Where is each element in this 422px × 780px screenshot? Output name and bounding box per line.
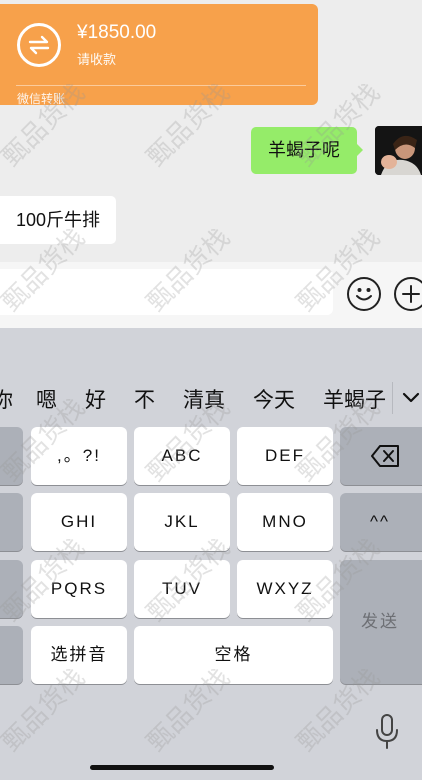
- left-key[interactable]: [0, 560, 23, 618]
- key-emoticon-label: ^^: [370, 512, 390, 531]
- left-key[interactable]: [0, 493, 23, 551]
- send-key[interactable]: 发送: [340, 560, 422, 684]
- transfer-subtitle: 请收款: [77, 52, 117, 67]
- left-key[interactable]: [0, 427, 23, 485]
- avatar[interactable]: [375, 126, 422, 175]
- message-bubble-sent[interactable]: 羊蝎子呢: [251, 127, 363, 174]
- plus-icon: [402, 285, 420, 303]
- candidate[interactable]: 不: [134, 384, 155, 414]
- candidate[interactable]: 羊蝎子: [323, 384, 387, 414]
- transfer-divider: [16, 85, 306, 86]
- emoticon-key[interactable]: ^^: [340, 493, 422, 551]
- transfer-card[interactable]: ¥1850.00 请收款 微信转账: [0, 4, 318, 106]
- chat-area: ¥1850.00 请收款 微信转账 羊蝎子呢 100斤牛排: [0, 0, 422, 262]
- transfer-icon: [17, 23, 61, 67]
- candidate[interactable]: 今天: [253, 384, 295, 414]
- key-abc[interactable]: ABC: [134, 427, 230, 485]
- candidate[interactable]: 嗯: [36, 384, 57, 414]
- key-mno[interactable]: MNO: [237, 493, 333, 551]
- backspace-icon: [371, 445, 399, 467]
- message-bubble-received[interactable]: 100斤牛排: [0, 196, 117, 244]
- candidate[interactable]: 清真: [183, 384, 225, 414]
- input-bar: [0, 262, 422, 328]
- message-input[interactable]: [0, 269, 333, 315]
- key-punctuation[interactable]: ,。?!: [31, 427, 127, 485]
- home-indicator: [90, 765, 274, 770]
- candidate[interactable]: 好: [85, 384, 106, 414]
- key-wxyz[interactable]: WXYZ: [237, 560, 333, 618]
- candidate-bar: 你 嗯 好 不 清真 今天 羊蝎子: [0, 380, 422, 418]
- key-ghi[interactable]: GHI: [31, 493, 127, 551]
- chevron-down-icon: [402, 392, 420, 403]
- emoji-icon: [356, 288, 372, 301]
- keyboard: 你 嗯 好 不 清真 今天 羊蝎子 ,。?! ABC DEF GHI JKL M…: [0, 328, 422, 780]
- key-tuv[interactable]: TUV: [134, 560, 230, 618]
- more-button[interactable]: [394, 277, 422, 311]
- send-label: 发送: [361, 612, 399, 631]
- transfer-footer: 微信转账: [17, 92, 66, 106]
- key-def[interactable]: DEF: [237, 427, 333, 485]
- key-pinyin[interactable]: 选拼音: [31, 626, 127, 684]
- microphone-button[interactable]: [372, 712, 402, 752]
- emoji-button[interactable]: [347, 277, 381, 311]
- key-jkl[interactable]: JKL: [134, 493, 230, 551]
- candidate[interactable]: 你: [0, 384, 13, 414]
- backspace-key[interactable]: [340, 427, 422, 485]
- space-key[interactable]: 空格: [134, 626, 333, 684]
- transfer-amount: ¥1850.00: [77, 22, 157, 43]
- key-pqrs[interactable]: PQRS: [31, 560, 127, 618]
- expand-candidates-button[interactable]: [392, 382, 422, 414]
- left-key[interactable]: [0, 626, 23, 684]
- microphone-icon: [376, 714, 398, 749]
